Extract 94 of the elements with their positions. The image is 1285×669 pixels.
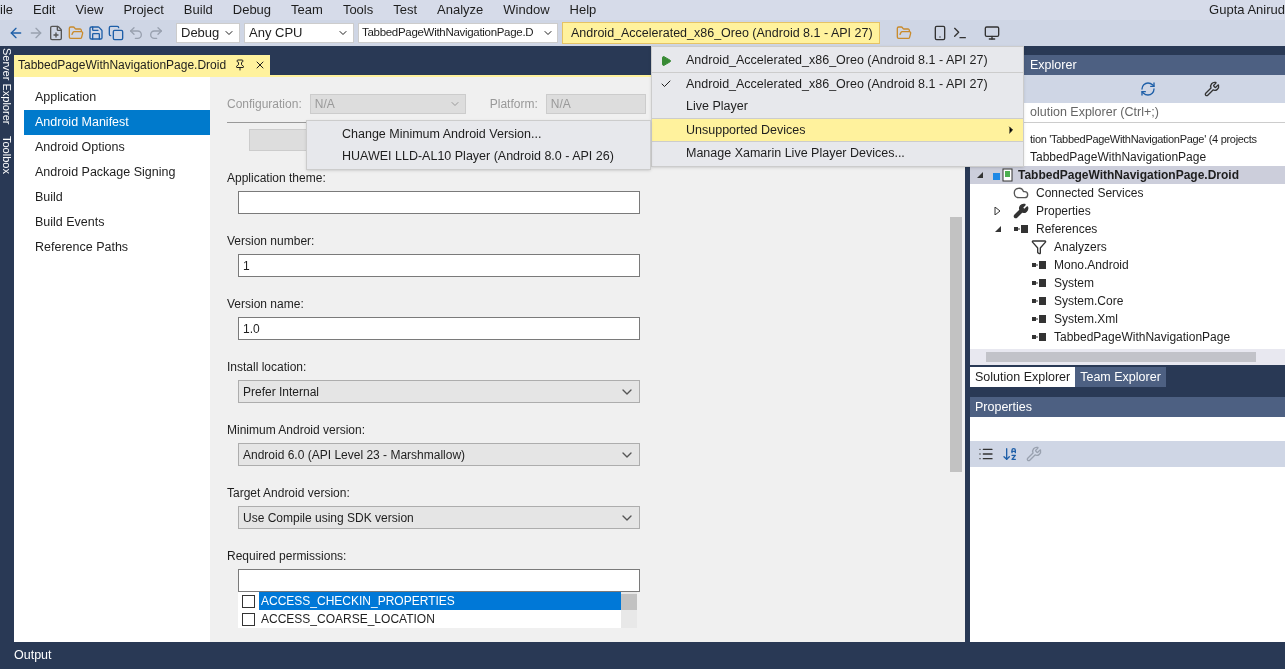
- collapsed-icon[interactable]: [994, 207, 1002, 215]
- wrench-icon: [1013, 203, 1029, 219]
- menu-item[interactable]: Edit: [23, 0, 66, 20]
- field-label: Install location:: [227, 359, 308, 374]
- reference-icon: [1014, 225, 1028, 233]
- new-item-icon[interactable]: [48, 25, 64, 41]
- input-field[interactable]: 1.0: [238, 317, 640, 340]
- reference-icon: [1032, 333, 1046, 341]
- menu-item[interactable]: ile: [0, 0, 23, 20]
- menu-item[interactable]: Android_Accelerated_x86_Oreo (Android 8.1 - API 27): [652, 72, 1023, 95]
- filter-field[interactable]: [238, 569, 640, 592]
- input-field[interactable]: 1: [238, 254, 640, 277]
- tree-item[interactable]: TabbedPageWithNavigationPage: [970, 328, 1285, 346]
- terminal-icon[interactable]: [952, 25, 968, 41]
- permission-item[interactable]: ACCESS_COARSE_LOCATION: [259, 610, 621, 628]
- menu-item[interactable]: Team: [281, 0, 333, 20]
- menu-item[interactable]: Debug: [222, 0, 282, 20]
- expanded-icon[interactable]: [994, 225, 1002, 233]
- checkbox[interactable]: [242, 594, 255, 608]
- field-label: Application theme:: [227, 170, 327, 185]
- check-icon: [660, 78, 672, 90]
- scrollbar[interactable]: [621, 592, 637, 628]
- monitor-icon[interactable]: [984, 25, 1000, 41]
- back-icon[interactable]: [8, 25, 24, 41]
- document-tab[interactable]: TabbedPageWithNavigationPage.Droid: [14, 55, 271, 75]
- run-button[interactable]: Android_Accelerated_x86_Oreo (Android 8.1 - API 27): [562, 22, 880, 44]
- play-icon: [660, 54, 672, 67]
- panel-tab[interactable]: Team Explorer: [1075, 367, 1166, 387]
- input-field[interactable]: [238, 191, 640, 214]
- side-tab[interactable]: Toolbox: [1, 136, 13, 175]
- pin-icon[interactable]: [234, 59, 247, 71]
- refresh-icon[interactable]: [1140, 81, 1156, 97]
- checkbox[interactable]: [242, 612, 255, 626]
- expanded-icon[interactable]: [976, 171, 984, 179]
- tree-item[interactable]: Mono.Android: [970, 256, 1285, 274]
- menu-item[interactable]: Window: [493, 0, 560, 20]
- menu-item[interactable]: Test: [383, 0, 428, 20]
- tree-item[interactable]: Properties: [970, 202, 1285, 220]
- tree-item[interactable]: System.Core: [970, 292, 1285, 310]
- field-label: Minimum Android version:: [227, 422, 367, 437]
- save-icon[interactable]: [88, 25, 104, 41]
- cloud-icon: [1013, 185, 1029, 201]
- platform-dropdown[interactable]: Any CPU: [244, 23, 354, 43]
- menu-item[interactable]: Project: [113, 0, 174, 20]
- panel-tab[interactable]: Solution Explorer: [970, 367, 1076, 387]
- configuration-dropdown[interactable]: Debug: [176, 23, 240, 43]
- menu-item[interactable]: Manage Xamarin Live Player Devices...: [652, 141, 1023, 164]
- nav-item[interactable]: Reference Paths: [24, 235, 210, 260]
- menu-item[interactable]: Unsupported Devices: [652, 118, 1023, 141]
- output-tab[interactable]: Output: [14, 646, 52, 665]
- menu-item[interactable]: Tools: [332, 0, 384, 20]
- nav-item[interactable]: Application: [24, 85, 210, 110]
- tree-item[interactable]: Connected Services: [970, 184, 1285, 202]
- project-icon: [992, 168, 1014, 182]
- nav-item[interactable]: Build: [24, 185, 210, 210]
- tree-item[interactable]: Analyzers: [970, 238, 1285, 256]
- select-field[interactable]: Use Compile using SDK version: [238, 506, 640, 529]
- nav-item[interactable]: Android Package Signing: [24, 160, 210, 185]
- menu-item[interactable]: HUAWEI LLD-AL10 Player (Android 8.0 - API 26): [307, 145, 650, 167]
- nav-item[interactable]: Build Events: [24, 210, 210, 235]
- menu-item[interactable]: View: [65, 0, 114, 20]
- tree-item[interactable]: References: [970, 220, 1285, 238]
- side-tab[interactable]: Server Explorer: [1, 48, 13, 125]
- device-icon[interactable]: [932, 25, 948, 41]
- startup-project-dropdown[interactable]: TabbedPageWithNavigationPage.D: [358, 23, 558, 43]
- permission-item[interactable]: ACCESS_CHECKIN_PROPERTIES: [259, 592, 621, 610]
- reference-icon: [1032, 297, 1046, 305]
- field-label: Configuration:: [227, 96, 302, 113]
- field-label: Platform:: [489, 96, 538, 113]
- nav-item[interactable]: Android Manifest: [24, 110, 210, 135]
- select-field[interactable]: Prefer Internal: [238, 380, 640, 403]
- tree-item[interactable]: TabbedPageWithNavigationPage.Droid: [970, 166, 1285, 184]
- filter-icon: [1031, 239, 1047, 255]
- wrench-icon[interactable]: [1204, 81, 1220, 97]
- panel-header: Properties: [970, 397, 1285, 417]
- field-label: Version number:: [227, 233, 316, 248]
- tree-item[interactable]: System.Xml: [970, 310, 1285, 328]
- menu-item[interactable]: Analyze: [427, 0, 494, 20]
- select-field[interactable]: Android 6.0 (API Level 23 - Marshmallow): [238, 443, 640, 466]
- menu-item[interactable]: Help: [559, 0, 607, 20]
- field-label: Version name:: [227, 296, 305, 311]
- tree-item[interactable]: System: [970, 274, 1285, 292]
- nav-item[interactable]: Android Options: [24, 135, 210, 160]
- user-name[interactable]: Gupta Anirud: [1209, 0, 1285, 20]
- menu-item[interactable]: Build: [173, 0, 223, 20]
- field-label: Required permissions:: [227, 548, 348, 563]
- scrollbar[interactable]: [970, 349, 1285, 365]
- sort-icon[interactable]: [1002, 446, 1018, 462]
- field-label: Target Android version:: [227, 485, 351, 500]
- menu-item[interactable]: Change Minimum Android Version...: [307, 123, 650, 145]
- categorized-icon[interactable]: [978, 446, 994, 462]
- reference-icon: [1032, 261, 1046, 269]
- reference-icon: [1032, 279, 1046, 287]
- reference-icon: [1032, 315, 1046, 323]
